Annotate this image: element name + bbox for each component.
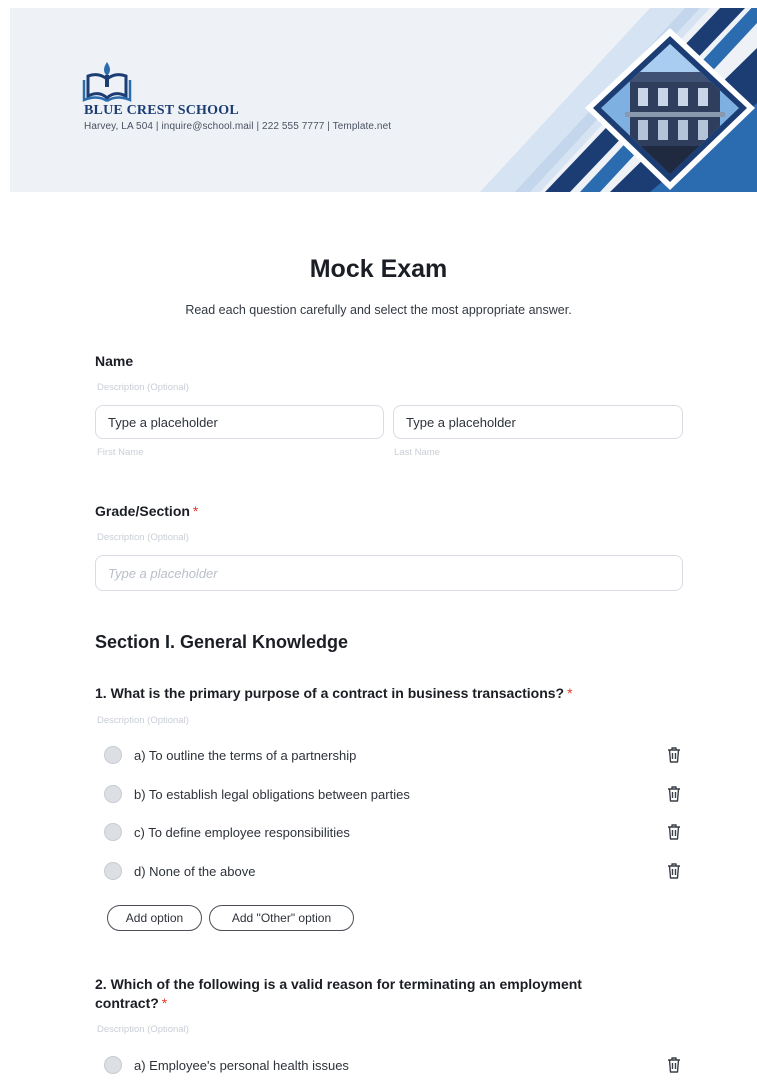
form-page: BLUE CREST SCHOOL Harvey, LA 504 | inqui…: [0, 0, 757, 1088]
last-name-helper: Last Name: [394, 447, 440, 458]
question-1-text: 1. What is the primary purpose of a cont…: [95, 685, 565, 701]
question-1-title: 1. What is the primary purpose of a cont…: [95, 684, 573, 703]
last-name-placeholder: Type a placeholder: [406, 414, 516, 430]
question-1-description: Description (Optional): [97, 715, 189, 726]
form-subtitle: Read each question carefully and select …: [185, 303, 572, 317]
required-asterisk: *: [567, 685, 573, 701]
question-1-option-b[interactable]: b) To establish legal obligations betwee…: [104, 782, 684, 806]
grade-section-label: Grade/Section *: [95, 503, 198, 519]
radio-button[interactable]: [104, 823, 122, 841]
trash-icon[interactable]: [666, 1056, 682, 1074]
option-label: b) To establish legal obligations betwee…: [134, 786, 410, 802]
school-contact-info: Harvey, LA 504 | inquire@school.mail | 2…: [84, 121, 392, 132]
question-2-description: Description (Optional): [97, 1024, 189, 1035]
question-2-text-line2: contract?: [95, 995, 159, 1011]
question-2-text-line2-wrap: contract? *: [95, 994, 695, 1013]
grade-section-label-text: Grade/Section: [95, 503, 190, 519]
trash-icon[interactable]: [666, 823, 682, 841]
school-logo-icon: [82, 62, 132, 102]
name-description: Description (Optional): [97, 382, 189, 393]
question-2-text-line1: 2. Which of the following is a valid rea…: [95, 976, 582, 992]
option-label: d) None of the above: [134, 863, 256, 879]
radio-button[interactable]: [104, 1056, 122, 1074]
option-label: c) To define employee responsibilities: [134, 824, 350, 840]
question-1-option-d[interactable]: d) None of the above: [104, 859, 684, 883]
grade-section-description: Description (Optional): [97, 532, 189, 543]
grade-section-placeholder: Type a placeholder: [108, 565, 218, 581]
question-2-option-a[interactable]: a) Employee's personal health issues: [104, 1053, 684, 1077]
add-option-button[interactable]: Add option: [107, 905, 202, 931]
name-label: Name: [95, 353, 134, 369]
form-title: Mock Exam: [309, 255, 448, 283]
radio-button[interactable]: [104, 785, 122, 803]
trash-icon[interactable]: [666, 746, 682, 764]
question-1-option-a[interactable]: a) To outline the terms of a partnership: [104, 743, 684, 767]
radio-button[interactable]: [104, 746, 122, 764]
section-title: Section I. General Knowledge: [95, 632, 349, 652]
last-name-input[interactable]: Type a placeholder: [393, 405, 683, 439]
option-label: a) To outline the terms of a partnership: [134, 747, 357, 763]
first-name-helper: First Name: [97, 447, 144, 458]
question-2-title: 2. Which of the following is a valid rea…: [95, 975, 695, 1013]
add-other-option-button[interactable]: Add "Other" option: [209, 905, 354, 931]
radio-button[interactable]: [104, 862, 122, 880]
option-label: a) Employee's personal health issues: [134, 1057, 349, 1073]
trash-icon[interactable]: [666, 862, 682, 880]
required-asterisk: *: [161, 995, 168, 1011]
question-1-option-c[interactable]: c) To define employee responsibilities: [104, 820, 684, 844]
first-name-input[interactable]: Type a placeholder: [95, 405, 384, 439]
school-name: BLUE CREST SCHOOL: [84, 103, 239, 118]
header-banner: BLUE CREST SCHOOL Harvey, LA 504 | inqui…: [10, 8, 757, 192]
grade-section-input[interactable]: Type a placeholder: [95, 555, 683, 591]
required-asterisk: *: [192, 503, 199, 519]
trash-icon[interactable]: [666, 785, 682, 803]
first-name-placeholder: Type a placeholder: [108, 414, 218, 430]
